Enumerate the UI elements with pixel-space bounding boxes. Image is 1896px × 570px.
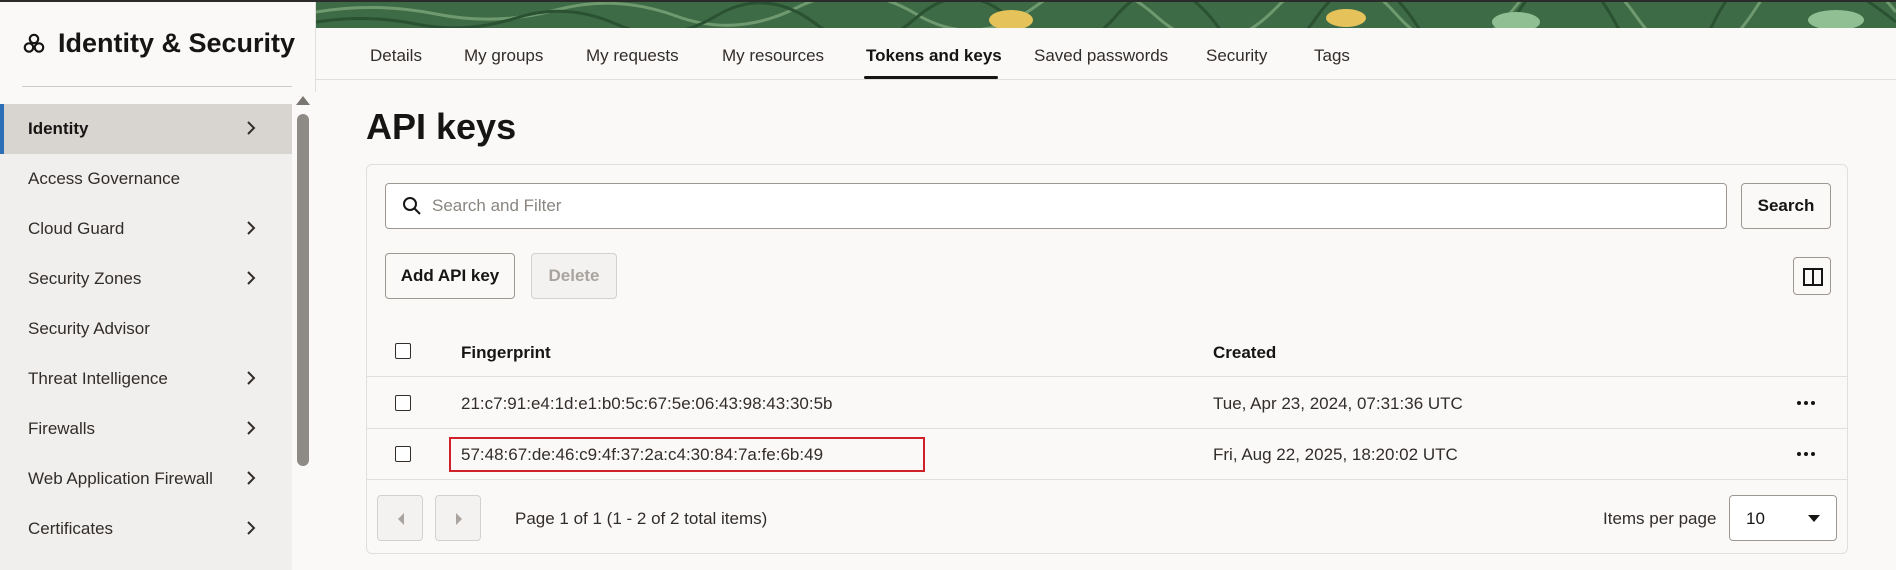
tab-my-groups[interactable]: My groups (464, 46, 543, 66)
chevron-right-icon (456, 513, 462, 525)
pagination-status: Page 1 of 1 (1 - 2 of 2 total items) (515, 509, 768, 528)
api-keys-panel: Search Add API key Delete Fingerprint Cr… (366, 164, 1848, 554)
sidebar-item-label: Firewalls (28, 419, 96, 438)
pagination-bar: Page 1 of 1 (1 - 2 of 2 total items) Ite… (367, 483, 1847, 553)
sidebar-item-access-governance[interactable]: Access Governance (0, 154, 292, 204)
chevron-right-icon (247, 521, 256, 535)
search-button[interactable]: Search (1741, 183, 1831, 229)
table-row: 21:c7:91:e4:1d:e1:b0:5c:67:5e:06:43:98:4… (367, 378, 1847, 429)
scrollbar-thumb[interactable] (297, 114, 309, 466)
chevron-right-icon (247, 471, 256, 485)
chevron-right-icon (247, 421, 256, 435)
items-per-page-label: Items per page (1603, 509, 1717, 528)
tab-tokens-and-keys[interactable]: Tokens and keys (866, 46, 1002, 66)
active-tab-indicator (864, 76, 998, 79)
sidebar-item-identity[interactable]: Identity (0, 104, 292, 154)
sidebar-nav: Identity Access Governance Cloud Guard S… (0, 104, 292, 570)
tab-security[interactable]: Security (1206, 46, 1267, 66)
search-box[interactable] (385, 183, 1727, 229)
sidebar: Identity & Security Identity Access Gove… (0, 2, 316, 570)
fingerprint-cell: 21:c7:91:e4:1d:e1:b0:5c:67:5e:06:43:98:4… (461, 394, 833, 413)
sidebar-header: Identity & Security (0, 2, 316, 86)
sidebar-item-label: Web Application Firewall (28, 469, 213, 488)
fingerprint-cell: 57:48:67:de:46:c9:4f:37:2a:c4:30:84:7a:f… (461, 445, 824, 464)
sidebar-item-label: Cloud Guard (28, 219, 125, 238)
more-actions-icon[interactable] (1795, 392, 1817, 414)
sidebar-item-label: Security Zones (28, 269, 142, 288)
tab-details[interactable]: Details (370, 46, 422, 66)
more-actions-icon[interactable] (1795, 443, 1817, 465)
sidebar-item-cloud-guard[interactable]: Cloud Guard (0, 204, 292, 254)
delete-button[interactable]: Delete (531, 253, 617, 299)
created-cell: Fri, Aug 22, 2025, 18:20:02 UTC (1213, 445, 1458, 464)
chevron-right-icon (247, 271, 256, 285)
columns-icon (1803, 268, 1823, 286)
select-all-checkbox[interactable] (395, 343, 411, 359)
banner-pattern (316, 2, 1896, 28)
header-banner (316, 2, 1896, 28)
page-title: API keys (366, 106, 517, 147)
sidebar-item-certificates[interactable]: Certificates (0, 504, 292, 554)
add-api-key-button[interactable]: Add API key (385, 253, 515, 299)
items-per-page-value: 10 (1746, 509, 1765, 528)
created-cell: Tue, Apr 23, 2024, 07:31:36 UTC (1213, 394, 1463, 413)
sidebar-item-label: Security Advisor (28, 319, 150, 338)
sidebar-item-web-application-firewall[interactable]: Web Application Firewall (0, 454, 292, 504)
sidebar-item-security-advisor[interactable]: Security Advisor (0, 304, 292, 354)
next-page-button[interactable] (435, 495, 481, 541)
sidebar-item-threat-intelligence[interactable]: Threat Intelligence (0, 354, 292, 404)
sidebar-item-label: Identity (28, 119, 89, 138)
sidebar-item-security-zones[interactable]: Security Zones (0, 254, 292, 304)
chevron-right-icon (247, 371, 256, 385)
row-checkbox[interactable] (395, 446, 411, 462)
caret-down-icon (1808, 515, 1820, 522)
tab-my-requests[interactable]: My requests (586, 46, 679, 66)
tab-saved-passwords[interactable]: Saved passwords (1034, 46, 1168, 66)
chevron-right-icon (247, 221, 256, 235)
sidebar-item-label: Access Governance (28, 169, 181, 188)
sidebar-scrollbar[interactable] (292, 92, 316, 570)
sidebar-title: Identity & Security (58, 28, 296, 58)
sidebar-item-label: Threat Intelligence (28, 369, 168, 388)
tab-tags[interactable]: Tags (1314, 46, 1350, 66)
table-row: 57:48:67:de:46:c9:4f:37:2a:c4:30:84:7a:f… (367, 429, 1847, 480)
search-icon (403, 197, 421, 215)
column-settings-button[interactable] (1793, 257, 1831, 295)
column-header-fingerprint[interactable]: Fingerprint (461, 343, 551, 363)
search-input[interactable] (432, 192, 1712, 220)
tab-bar: Details My groups My requests My resourc… (316, 28, 1896, 80)
sidebar-item-label: Certificates (28, 519, 114, 538)
chevron-left-icon (398, 513, 404, 525)
scroll-up-arrow-icon[interactable] (296, 96, 310, 105)
column-header-created[interactable]: Created (1213, 343, 1276, 363)
previous-page-button[interactable] (377, 495, 423, 541)
row-checkbox[interactable] (395, 395, 411, 411)
table-header: Fingerprint Created (367, 325, 1847, 377)
sidebar-item-firewalls[interactable]: Firewalls (0, 404, 292, 454)
items-per-page-select[interactable]: 10 (1729, 495, 1837, 541)
identity-security-logo-icon (23, 33, 45, 53)
chevron-right-icon (247, 121, 256, 135)
tab-my-resources[interactable]: My resources (722, 46, 824, 66)
sidebar-divider (22, 86, 292, 87)
